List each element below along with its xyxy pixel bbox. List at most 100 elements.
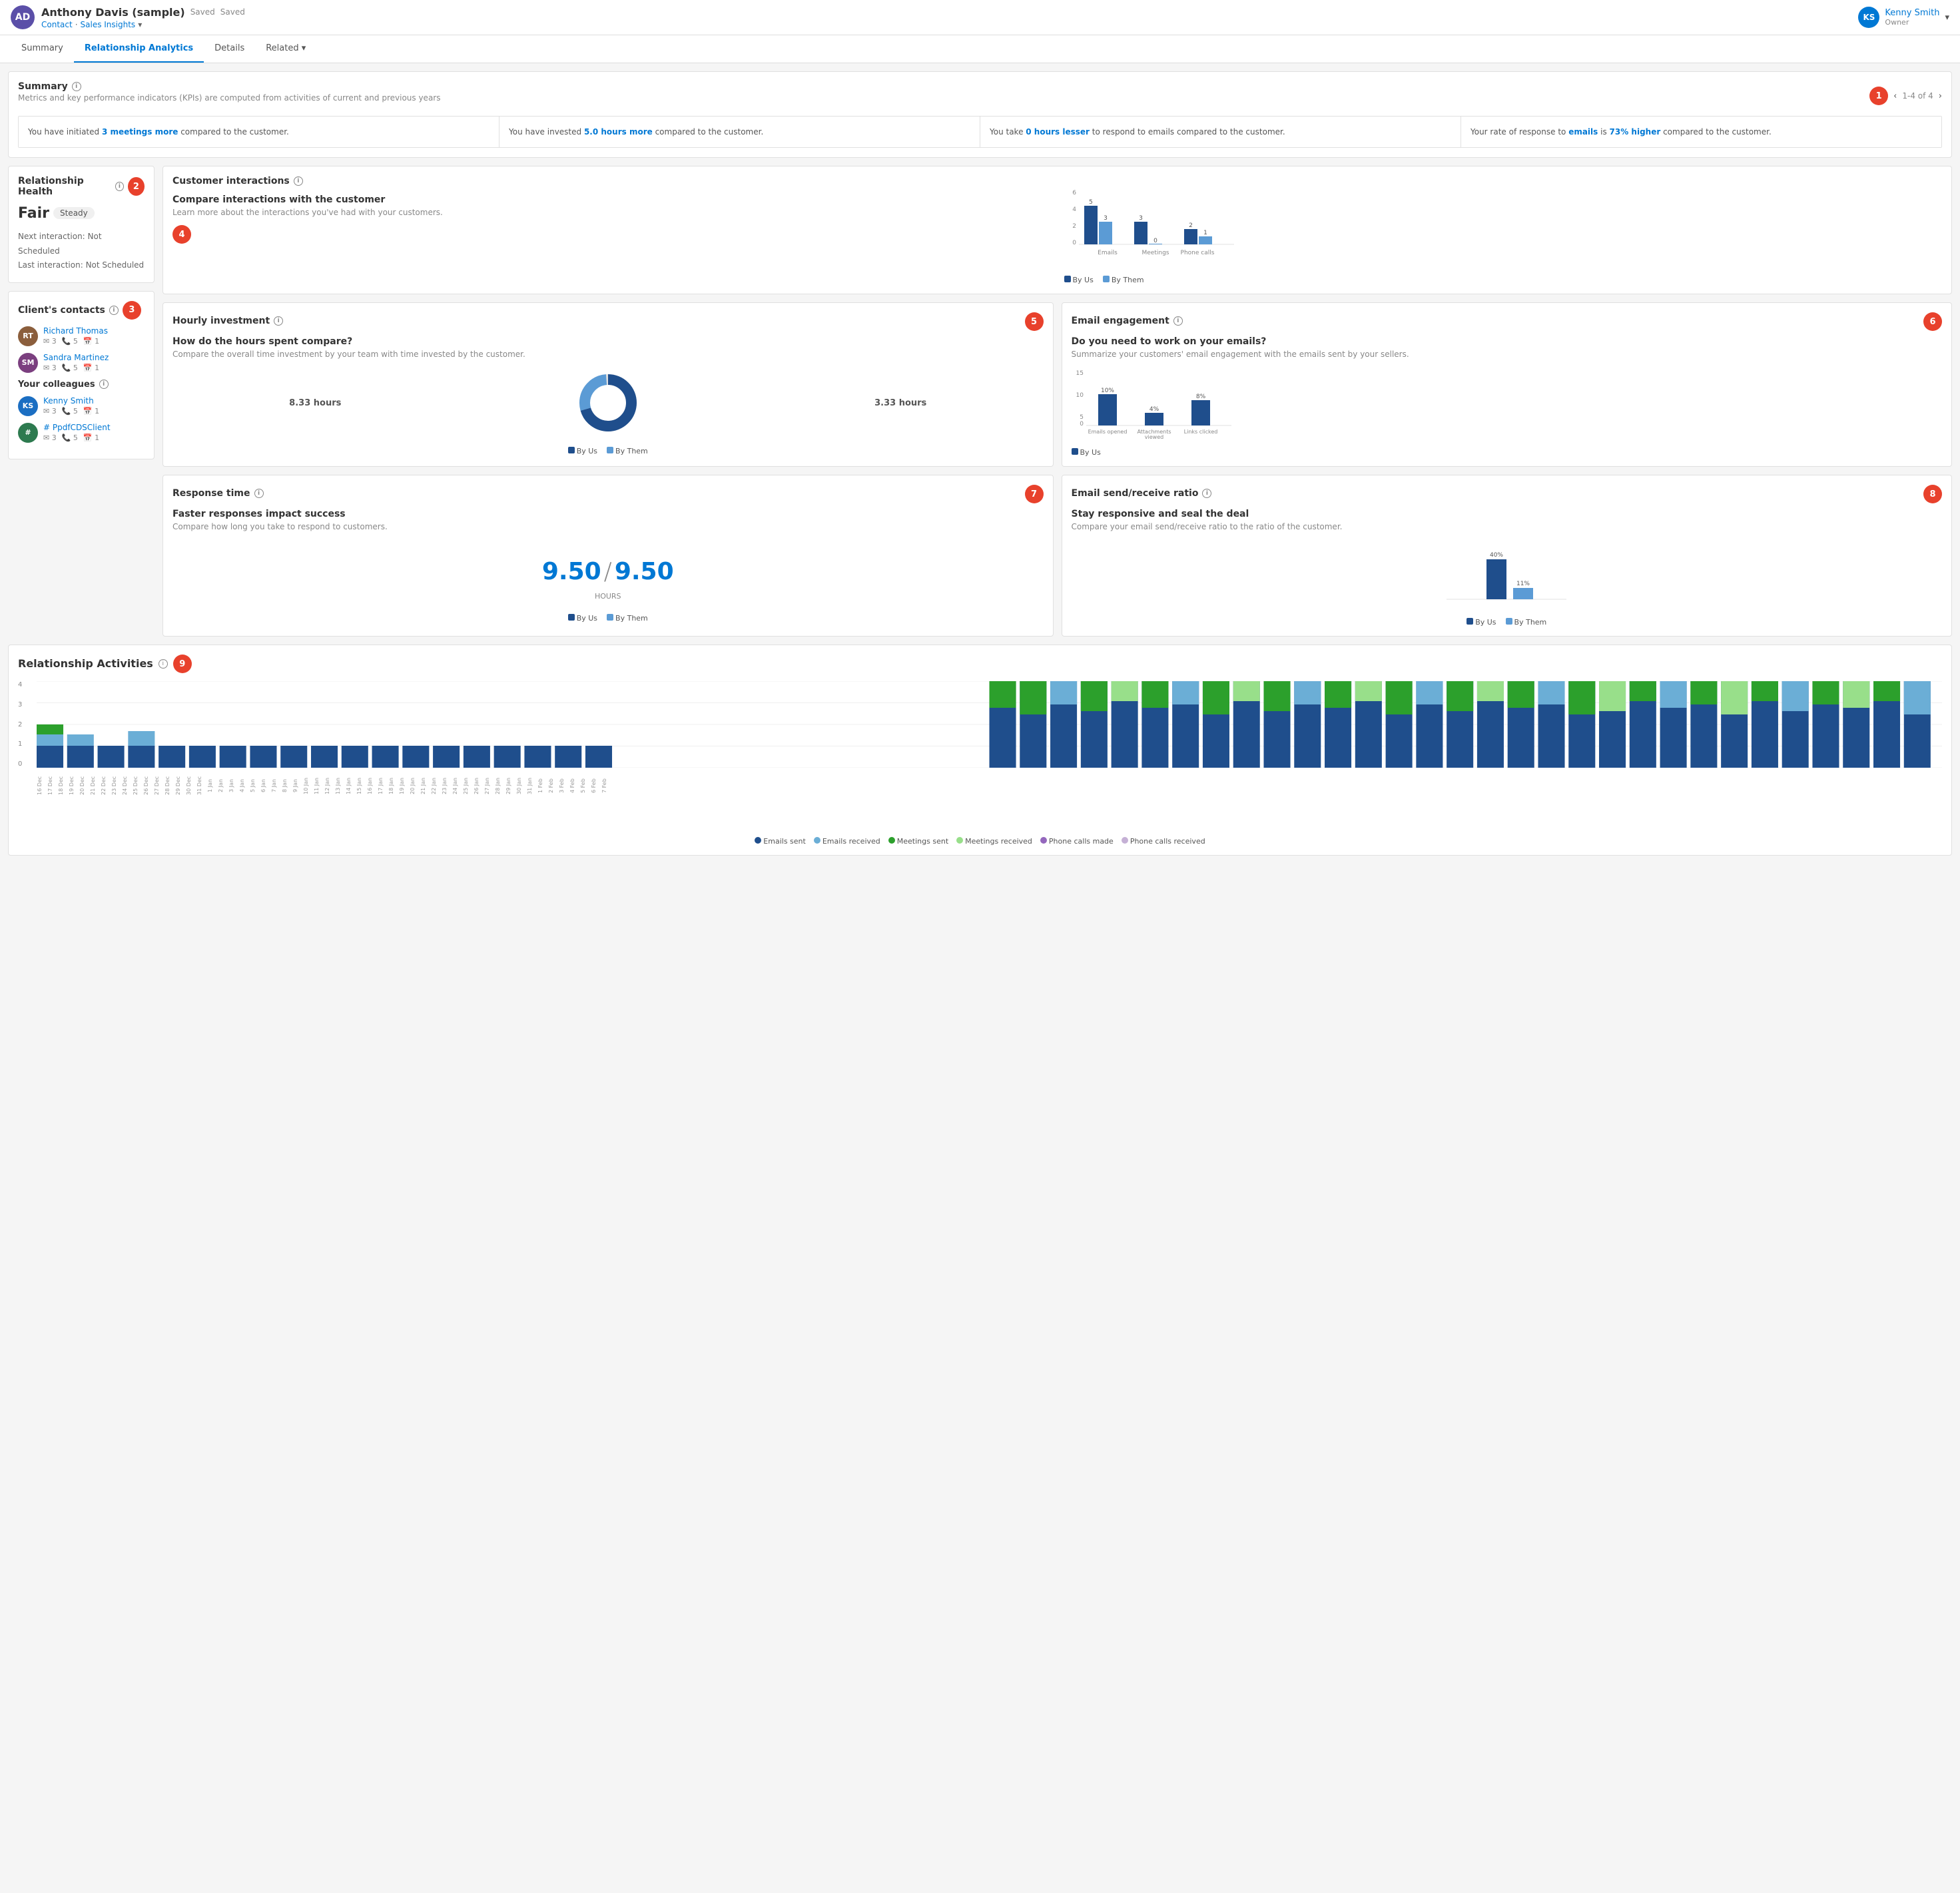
hourly-info-icon[interactable]: i	[274, 316, 283, 326]
x-label-25: 10 Jan	[303, 773, 312, 798]
x-label-2: 18 Dec	[58, 773, 67, 798]
hourly-section-title: Hourly investment i	[172, 316, 283, 326]
client-contact-name-1[interactable]: Richard Thomas	[43, 326, 108, 336]
nav-tabs: Summary Relationship Analytics Details R…	[0, 35, 1960, 63]
rel-health-title-text: Relationship Health	[18, 176, 111, 197]
breadcrumb-chevron[interactable]: ▾	[138, 20, 142, 29]
response-us-value: 9.50	[542, 558, 601, 585]
svg-text:1: 1	[1203, 230, 1207, 236]
second-row: Hourly investment i 5 How do the hours s…	[163, 302, 1952, 467]
client-contacts-card: Client's contacts i 3 RT Richard Thomas …	[8, 291, 155, 459]
x-label-37: 22 Jan	[431, 773, 440, 798]
x-label-29: 14 Jan	[346, 773, 355, 798]
colleagues-info-icon[interactable]: i	[99, 380, 109, 389]
client-contacts-step: 3	[123, 301, 141, 320]
engagement-chart-title: Do you need to work on your emails?	[1072, 336, 1943, 347]
rel-health-info-icon[interactable]: i	[115, 182, 124, 191]
client-contacts-title-text: Client's contacts	[18, 305, 105, 316]
svg-text:4%: 4%	[1149, 406, 1159, 413]
hourly-step: 5	[1025, 312, 1044, 331]
x-label-36: 21 Jan	[420, 773, 430, 798]
user-name[interactable]: Kenny Smith	[1885, 8, 1939, 18]
summary-page-indicator: 1-4 of 4	[1902, 91, 1933, 101]
x-label-44: 29 Jan	[505, 773, 515, 798]
bar-send-them	[1513, 588, 1533, 599]
saved-badge: Saved	[190, 7, 215, 17]
interactions-step: 4	[172, 225, 191, 244]
meeting-icon-2: 📅 1	[83, 364, 99, 372]
svg-text:2: 2	[1189, 222, 1193, 229]
kpi-item-3: You take 0 hours lesser to respond to em…	[980, 117, 1461, 147]
tab-related[interactable]: Related ▾	[255, 35, 316, 63]
summary-next-icon[interactable]: ›	[1939, 91, 1942, 101]
response-unit: HOURS	[595, 592, 621, 601]
x-label-17: 2 Jan	[218, 773, 227, 798]
x-label-24: 9 Jan	[292, 773, 302, 798]
send-receive-chart-subtitle: Compare your email send/receive ratio to…	[1072, 522, 1943, 531]
top-bar-left: AD Anthony Davis (sample) Saved Saved Co…	[11, 5, 245, 29]
client-contact-name-2[interactable]: Sandra Martinez	[43, 353, 109, 362]
activities-chart-svg	[37, 681, 1942, 768]
user-avatar: KS	[1858, 7, 1879, 28]
x-label-1: 17 Dec	[47, 773, 57, 798]
client-contact-1: RT Richard Thomas ✉ 3 📞 5 📅 1	[18, 326, 145, 346]
x-label-38: 23 Jan	[442, 773, 451, 798]
hours-us-label: 8.33 hours	[289, 398, 341, 408]
response-legend-them: By Them	[607, 614, 648, 623]
response-info-icon[interactable]: i	[254, 489, 264, 498]
engagement-header: Email engagement i 6	[1072, 312, 1943, 331]
engagement-info-icon[interactable]: i	[1173, 316, 1183, 326]
client-contacts-info-icon[interactable]: i	[109, 306, 119, 315]
summary-title-text: Summary	[18, 81, 68, 92]
legend-phone-made: Phone calls made	[1040, 837, 1114, 846]
relationship-activities-card: Relationship Activities i 9 4 3 2 1 0	[8, 645, 1952, 856]
bar-emails-them	[1099, 222, 1112, 244]
send-receive-info-icon[interactable]: i	[1202, 489, 1211, 498]
activities-step: 9	[173, 655, 192, 673]
colleague-name-1[interactable]: Kenny Smith	[43, 396, 99, 406]
tab-summary[interactable]: Summary	[11, 35, 74, 63]
activities-legend: Emails sent Emails received Meetings sen…	[18, 837, 1942, 846]
summary-info-icon[interactable]: i	[72, 82, 81, 91]
x-label-40: 25 Jan	[463, 773, 472, 798]
response-time-values: 9.50 / 9.50	[542, 558, 674, 585]
svg-text:Emails opened: Emails opened	[1088, 429, 1127, 435]
svg-text:10: 10	[1076, 392, 1084, 399]
colleague-1: KS Kenny Smith ✉ 3 📞 5 📅 1	[18, 396, 145, 416]
engagement-section-title: Email engagement i	[1072, 316, 1183, 326]
engagement-bar-chart-svg: 15 10 5 0 10% 4% 8%	[1072, 367, 1245, 440]
tab-details[interactable]: Details	[204, 35, 255, 63]
interactions-chart: 6 4 2 0 5 3	[1064, 188, 1943, 284]
activities-chart-wrapper: 4 3 2 1 0	[18, 681, 1942, 832]
user-role: Owner	[1885, 18, 1939, 27]
svg-text:viewed: viewed	[1144, 434, 1163, 440]
send-receive-legend-them: By Them	[1506, 618, 1547, 627]
x-label-35: 20 Jan	[410, 773, 419, 798]
x-label-49: 3 Feb	[559, 773, 568, 798]
top-bar: AD Anthony Davis (sample) Saved Saved Co…	[0, 0, 1960, 35]
svg-text:Links clicked: Links clicked	[1183, 429, 1217, 435]
x-label-0: 16 Dec	[37, 773, 46, 798]
left-panel: Relationship Health i 2 Fair Steady Next…	[8, 166, 155, 637]
response-title-text: Response time	[172, 488, 250, 499]
activities-info-icon[interactable]: i	[159, 659, 168, 669]
interactions-chart-title: Compare interactions with the customer	[172, 194, 1051, 205]
two-col-layout: Relationship Health i 2 Fair Steady Next…	[8, 166, 1952, 637]
summary-prev-icon[interactable]: ‹	[1893, 91, 1897, 101]
svg-text:3: 3	[1139, 215, 1143, 222]
response-header: Response time i 7	[172, 485, 1044, 503]
col-email-icon-2: ✉ 3	[43, 433, 57, 442]
x-label-18: 3 Jan	[228, 773, 238, 798]
x-label-9: 25 Dec	[133, 773, 142, 798]
interactions-info-icon[interactable]: i	[294, 176, 303, 186]
legend-emails-sent: Emails sent	[755, 837, 806, 846]
top-bar-right: KS Kenny Smith Owner ▾	[1858, 7, 1949, 28]
svg-text:Meetings: Meetings	[1142, 250, 1169, 256]
bar-links-clicked	[1191, 400, 1210, 425]
next-interaction: Next interaction: Not Scheduled	[18, 230, 145, 258]
colleague-name-2[interactable]: # PpdfCDSClient	[43, 423, 111, 432]
user-dropdown-icon[interactable]: ▾	[1945, 13, 1949, 23]
breadcrumb-contact[interactable]: Contact	[41, 20, 73, 29]
breadcrumb-sales-insights[interactable]: Sales Insights	[81, 20, 136, 29]
tab-relationship-analytics[interactable]: Relationship Analytics	[74, 35, 204, 63]
